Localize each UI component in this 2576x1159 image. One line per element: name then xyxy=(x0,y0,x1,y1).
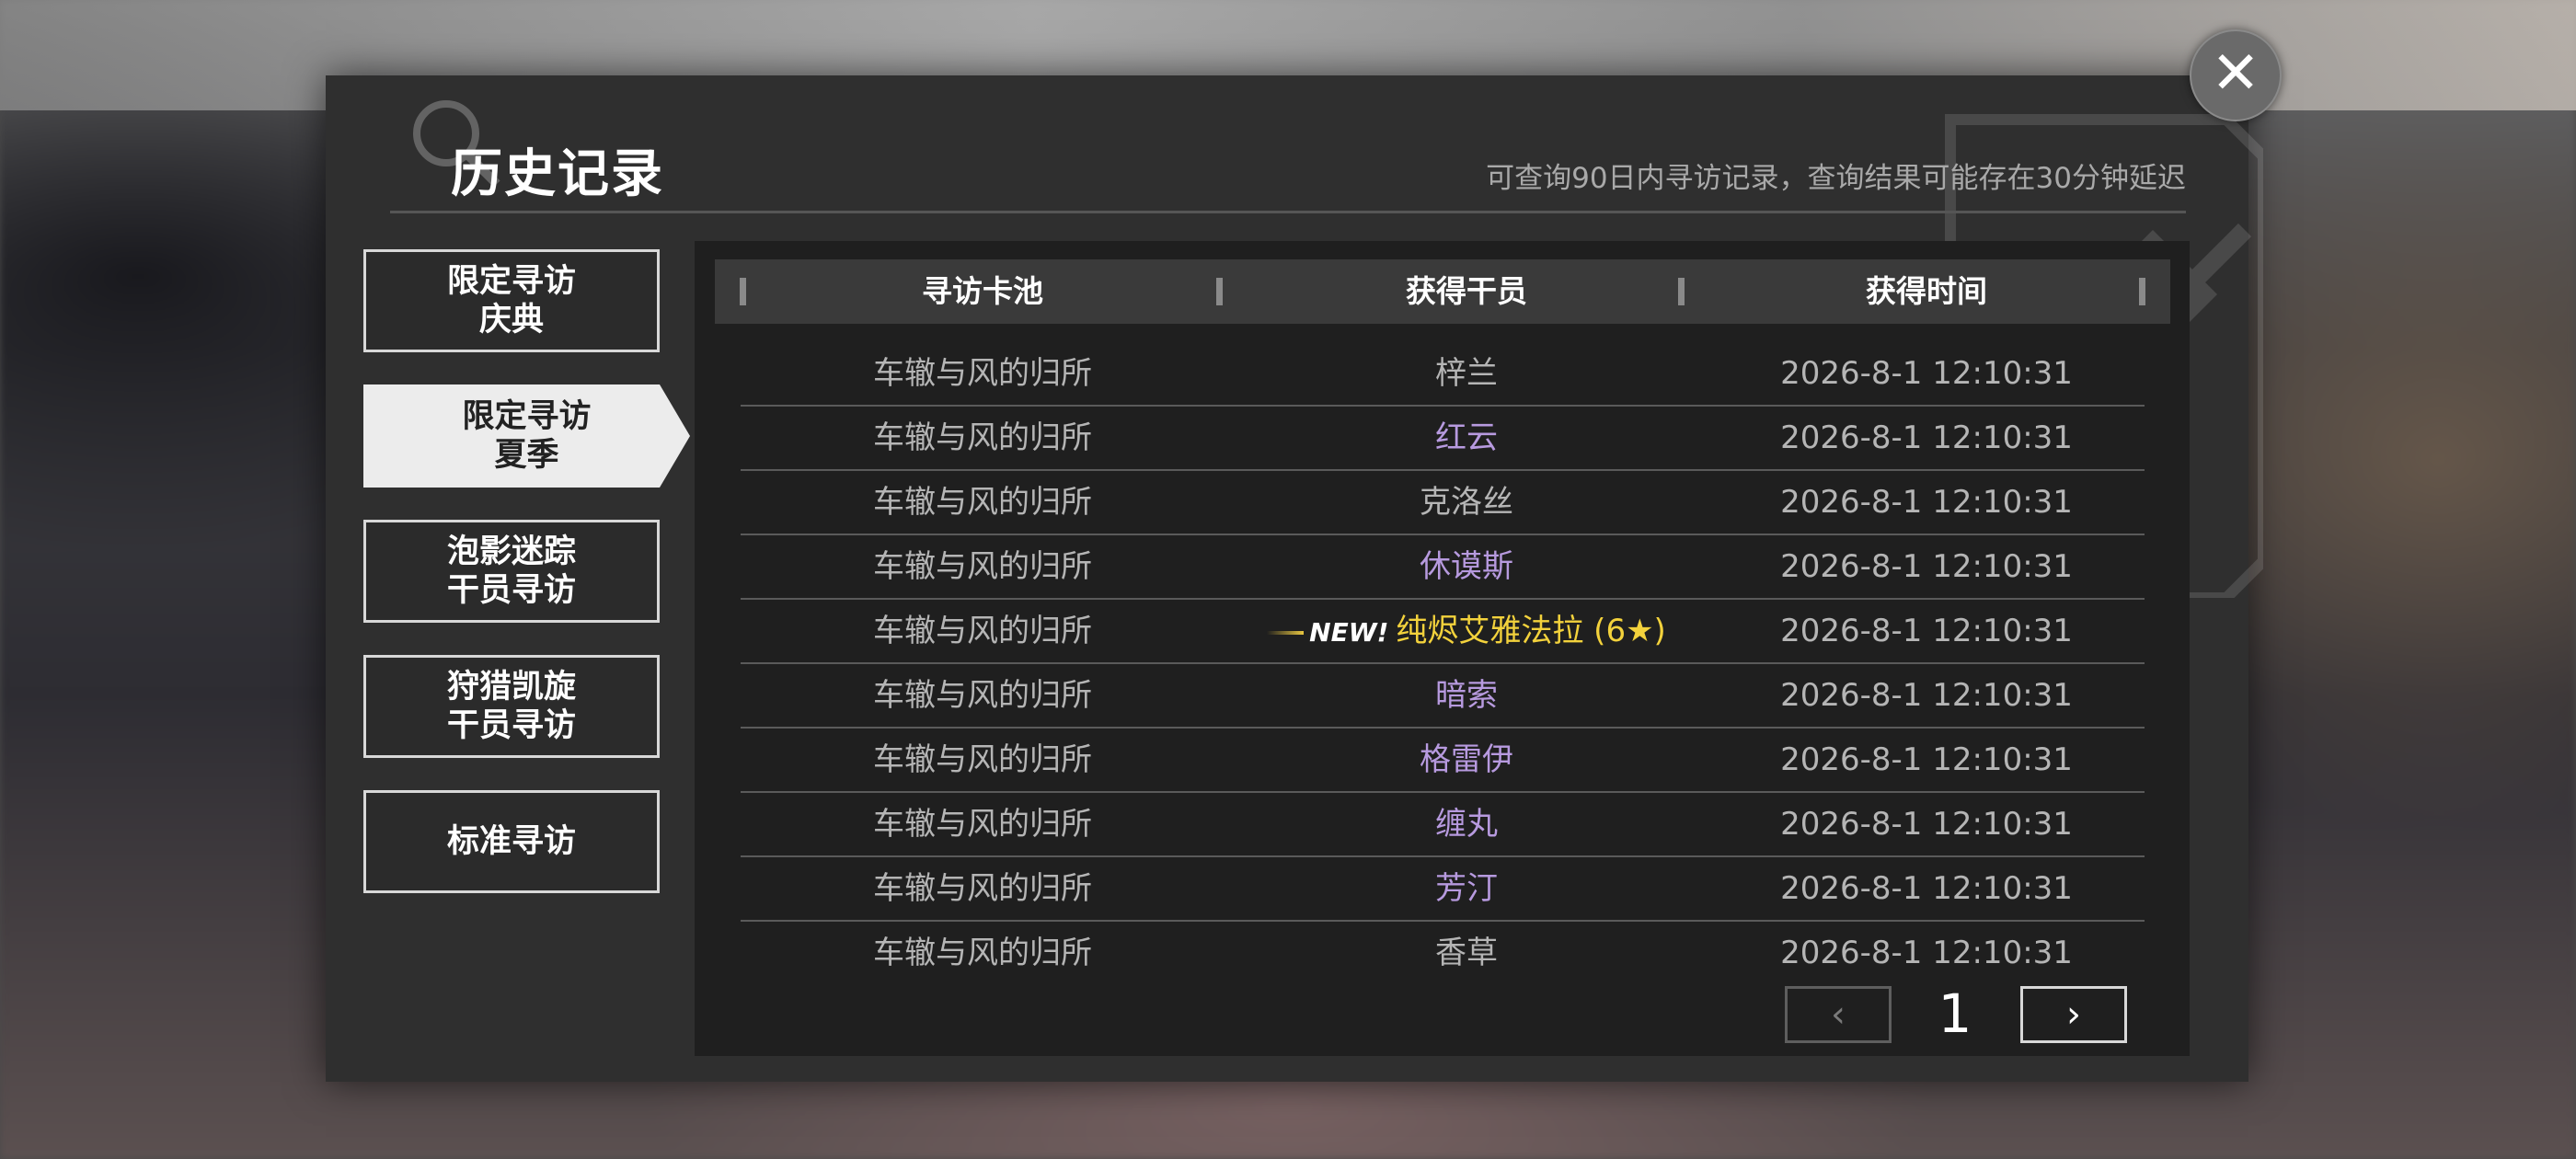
sidebar-item-limited-summer[interactable]: 限定寻访 夏季 xyxy=(363,384,690,488)
table-row: 车辙与风的归所 缠丸 2026-8-1 12:10:31 xyxy=(741,793,2145,857)
operator-cell: 格雷伊 xyxy=(1420,741,1513,778)
sidebar-item-label-line1: 狩猎凯旋 xyxy=(446,669,576,706)
operator-cell: 香草 xyxy=(1435,935,1498,971)
time-cell: 2026-8-1 12:10:31 xyxy=(1780,613,2073,649)
dialog-title: 历史记录 xyxy=(451,144,664,204)
pool-cell: 车辙与风的归所 xyxy=(873,419,1092,456)
operator-cell: 休谟斯 xyxy=(1420,548,1513,585)
sidebar-item-label-line2: 干员寻访 xyxy=(446,707,576,744)
close-button[interactable]: ✕ xyxy=(2190,29,2282,121)
pool-cell: 车辙与风的归所 xyxy=(873,548,1092,585)
time-cell: 2026-8-1 12:10:31 xyxy=(1780,935,2073,971)
sidebar-item-standard[interactable]: 标准寻访 xyxy=(363,790,660,893)
column-header-pool: 寻访卡池 xyxy=(922,273,1043,309)
title-divider xyxy=(390,211,2186,213)
sidebar-item-label-line2: 庆典 xyxy=(478,302,544,339)
time-cell: 2026-8-1 12:10:31 xyxy=(1780,741,2073,778)
sidebar-item-bubble-trace[interactable]: 泡影迷踪 干员寻访 xyxy=(363,520,660,623)
pool-cell: 车辙与风的归所 xyxy=(873,484,1092,521)
new-badge: NEW! xyxy=(1309,617,1389,648)
operator-cell: 缠丸 xyxy=(1435,806,1498,843)
table-row: 车辙与风的归所 红云 2026-8-1 12:10:31 xyxy=(741,407,2145,471)
operator-cell: 暗索 xyxy=(1435,677,1498,714)
time-cell: 2026-8-1 12:10:31 xyxy=(1780,419,2073,456)
time-cell: 2026-8-1 12:10:31 xyxy=(1780,870,2073,907)
column-header-time: 获得时间 xyxy=(1866,273,1987,309)
table-row: 车辙与风的归所 休谟斯 2026-8-1 12:10:31 xyxy=(741,535,2145,600)
table-row: 车辙与风的归所 NEW! 纯烬艾雅法拉 (6★) 2026-8-1 12:10:3… xyxy=(741,600,2145,664)
sidebar-item-label-line2: 干员寻访 xyxy=(446,572,576,609)
header-separator xyxy=(2139,278,2145,305)
time-cell: 2026-8-1 12:10:31 xyxy=(1780,548,2073,585)
column-header-operator: 获得干员 xyxy=(1406,273,1527,309)
prev-page-button[interactable]: ‹ xyxy=(1785,986,1892,1043)
header-separator xyxy=(1678,278,1685,305)
current-page-number: 1 xyxy=(1938,982,1972,1045)
time-cell: 2026-8-1 12:10:31 xyxy=(1780,806,2073,843)
sidebar-item-label-line1: 限定寻访 xyxy=(446,263,576,300)
operator-cell: 芳汀 xyxy=(1435,870,1498,907)
table-row: 车辙与风的归所 暗索 2026-8-1 12:10:31 xyxy=(741,664,2145,729)
new-streak-decoration xyxy=(1267,630,1305,635)
table-row: 车辙与风的归所 香草 2026-8-1 12:10:31 xyxy=(741,922,2145,986)
table-row: 车辙与风的归所 芳汀 2026-8-1 12:10:31 xyxy=(741,857,2145,922)
pool-cell: 车辙与风的归所 xyxy=(873,741,1092,778)
dialog-subtitle: 可查询90日内寻访记录，查询结果可能存在30分钟延迟 xyxy=(1486,162,2186,195)
operator-cell: 梓兰 xyxy=(1435,355,1498,392)
next-page-button[interactable]: › xyxy=(2020,986,2127,1043)
operator-name: 纯烬艾雅法拉 (6★) xyxy=(1396,613,1666,649)
sidebar-item-hunting-triumph[interactable]: 狩猎凯旋 干员寻访 xyxy=(363,655,660,758)
pool-cell: 车辙与风的归所 xyxy=(873,677,1092,714)
time-cell: 2026-8-1 12:10:31 xyxy=(1780,355,2073,392)
operator-cell-new: NEW! 纯烬艾雅法拉 (6★) xyxy=(1225,600,1708,662)
pool-cell: 车辙与风的归所 xyxy=(873,355,1092,392)
time-cell: 2026-8-1 12:10:31 xyxy=(1780,677,2073,714)
sidebar-item-label-line2: 夏季 xyxy=(494,437,559,474)
sidebar-item-label-line1: 标准寻访 xyxy=(446,823,576,860)
header-separator xyxy=(1216,278,1223,305)
operator-cell: 克洛丝 xyxy=(1420,484,1513,521)
operator-cell: 红云 xyxy=(1435,419,1498,456)
table-header: 寻访卡池 获得干员 获得时间 xyxy=(715,259,2170,324)
sidebar-item-limited-celebration[interactable]: 限定寻访 庆典 xyxy=(363,249,660,352)
table-row: 车辙与风的归所 克洛丝 2026-8-1 12:10:31 xyxy=(741,471,2145,535)
pool-cell: 车辙与风的归所 xyxy=(873,806,1092,843)
table-row: 车辙与风的归所 格雷伊 2026-8-1 12:10:31 xyxy=(741,729,2145,793)
sidebar-item-label-line1: 限定寻访 xyxy=(462,398,592,435)
sidebar-item-label-line1: 泡影迷踪 xyxy=(446,534,576,570)
table-row: 车辙与风的归所 梓兰 2026-8-1 12:10:31 xyxy=(741,342,2145,407)
pool-cell: 车辙与风的归所 xyxy=(873,870,1092,907)
time-cell: 2026-8-1 12:10:31 xyxy=(1780,484,2073,521)
pool-cell: 车辙与风的归所 xyxy=(873,935,1092,971)
pool-cell: 车辙与风的归所 xyxy=(873,613,1092,649)
